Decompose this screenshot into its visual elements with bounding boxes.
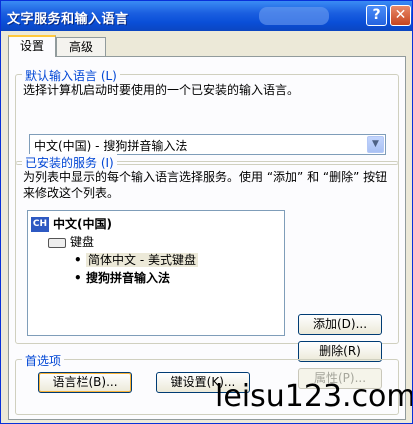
add-button[interactable]: 添加(D)... [298,314,382,335]
dialog-window: 文字服务和输入语言 ? ✕ 设置 高级 默认输入语言 (L) 选择计算机启动时要… [0,0,413,424]
installed-services-group: 已安装的服务 (I) 为列表中显示的每个输入语言选择服务。使用 “添加” 和 “… [15,154,399,389]
preferences-label: 首选项 [22,352,65,369]
default-language-select[interactable]: 中文(中国) - 搜狗拼音输入法 ▼ [29,134,386,155]
language-bar-button[interactable]: 语言栏(B)... [38,372,132,393]
tree-keyboard-node[interactable]: 键盘 [48,233,94,250]
tree-keyboard-label: 键盘 [70,235,95,249]
installed-services-description: 为列表中显示的每个输入语言选择服务。使用 “添加” 和 “删除” 按钮来修改这个… [23,170,388,200]
tree-item-label: 搜狗拼音输入法 [86,271,171,285]
tab-advanced[interactable]: 高级 [56,37,106,57]
tree-item[interactable]: • 简体中文 - 美式键盘 [74,251,198,268]
window-title: 文字服务和输入语言 [7,12,129,27]
title-bar[interactable]: 文字服务和输入语言 ? ✕ [1,1,412,31]
default-language-description: 选择计算机启动时要使用的一个已安装的输入语言。 [23,83,300,97]
close-button[interactable]: ✕ [390,5,411,26]
watermark-text: leisu123.com [215,379,413,414]
keyboard-icon [48,237,66,248]
blurred-region [259,7,329,25]
tree-item[interactable]: • 搜狗拼音输入法 [74,269,170,286]
default-language-value: 中文(中国) - 搜狗拼音输入法 [34,139,188,153]
help-button[interactable]: ? [366,5,387,26]
services-tree[interactable]: CH 中文(中国) 键盘 • 简体中文 - 美式键盘 • 搜狗拼音输入法 [27,210,285,336]
tree-language-label: 中文(中国) [53,217,112,231]
tree-item-label: 简体中文 - 美式键盘 [86,253,198,267]
tree-language-node[interactable]: CH 中文(中国) [31,215,112,232]
bullet-icon: • [74,253,82,267]
bullet-icon: • [74,271,82,285]
default-language-group: 默认输入语言 (L) 选择计算机启动时要使用的一个已安装的输入语言。 中文(中国… [15,67,399,165]
language-badge-icon: CH [31,217,49,232]
tab-settings[interactable]: 设置 [8,35,56,57]
tab-panel-settings: 默认输入语言 (L) 选择计算机启动时要使用的一个已安装的输入语言。 中文(中国… [8,56,406,420]
chevron-down-icon[interactable]: ▼ [367,136,384,153]
